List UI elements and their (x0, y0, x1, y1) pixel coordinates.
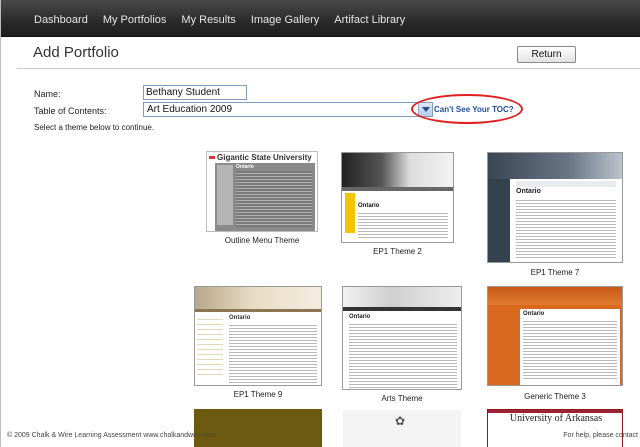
theme-label: EP1 Theme 7 (530, 268, 580, 277)
nav-my-portfolios[interactable]: My Portfolios (103, 14, 167, 26)
theme-ep1-theme-2[interactable]: Ontario (341, 152, 454, 243)
footer-help-text: For help, please contact (563, 432, 638, 439)
app-frame: Dashboard My Portfolios My Results Image… (0, 0, 640, 447)
cant-see-toc-link[interactable]: Can't See Your TOC? (434, 105, 514, 114)
theme-preview-heading: Ontario (349, 314, 371, 320)
theme-partial-arkansas[interactable]: University of Arkansas (487, 409, 623, 447)
theme-preview-heading: Ontario (229, 315, 251, 321)
page-title: Add Portfolio (33, 44, 119, 61)
theme-generic-3[interactable]: Ontario (487, 286, 623, 386)
footer-copyright: © 2009 Chalk & Wire Learning Assessment … (7, 432, 217, 439)
page-header: Add Portfolio Return (17, 37, 640, 69)
instruction-text: Select a theme below to continue. (34, 123, 155, 132)
theme-outline-menu[interactable]: Gigantic State University Ontario (206, 151, 318, 232)
theme-ep1-theme-7[interactable]: Ontario (487, 152, 623, 263)
nav-my-results[interactable]: My Results (181, 14, 235, 26)
theme-arts[interactable]: Ontario (342, 286, 462, 390)
theme-preview-heading: Ontario (523, 311, 545, 317)
theme-label: Generic Theme 3 (524, 392, 586, 401)
theme-label: EP1 Theme 9 (233, 390, 283, 399)
theme-preview-subheading: Ontario (236, 164, 254, 170)
theme-preview-heading: Ontario (358, 203, 380, 209)
theme-preview-heading: Gigantic State University (217, 153, 312, 162)
theme-preview-heading: University of Arkansas (509, 413, 603, 424)
toc-select[interactable]: Art Education 2009 (143, 102, 433, 117)
name-field[interactable]: Bethany Student (143, 85, 247, 100)
theme-preview-heading: Ontario (516, 188, 541, 195)
toc-label: Table of Contents: (34, 106, 107, 116)
toc-selected-value: Art Education 2009 (147, 104, 233, 115)
theme-ep1-theme-9[interactable]: Ontario (194, 286, 322, 386)
nav-artifact-library[interactable]: Artifact Library (334, 14, 405, 26)
theme-partial-olive[interactable] (194, 409, 322, 447)
theme-label: EP1 Theme 2 (373, 247, 422, 256)
top-navigation-bar: Dashboard My Portfolios My Results Image… (1, 0, 640, 37)
theme-label: Outline Menu Theme (224, 236, 300, 245)
nav-dashboard[interactable]: Dashboard (34, 14, 88, 26)
name-label: Name: (34, 89, 61, 99)
nav-image-gallery[interactable]: Image Gallery (251, 14, 319, 26)
return-button[interactable]: Return (517, 46, 576, 63)
theme-label: Arts Theme (381, 394, 423, 403)
theme-partial-arts[interactable]: ✿ (342, 409, 462, 447)
